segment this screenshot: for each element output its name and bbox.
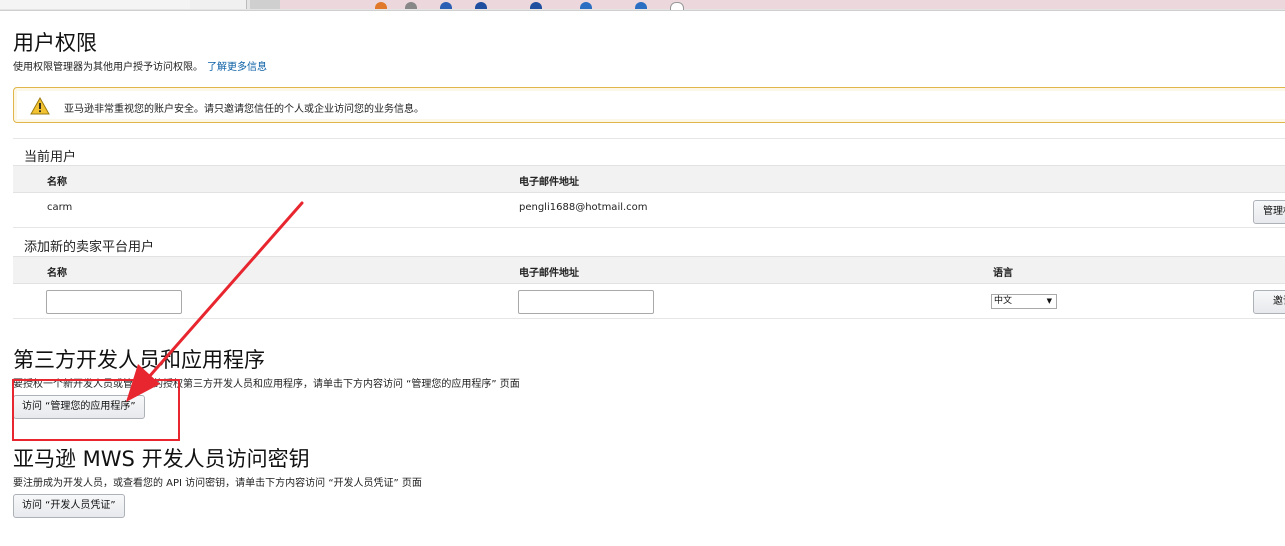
dropdown-arrow-icon: ▼ xyxy=(1046,297,1052,305)
developer-credentials-button[interactable]: 访问 “开发人员凭证” xyxy=(13,494,125,518)
invite-button[interactable]: 邀请 xyxy=(1253,290,1285,314)
subtitle-text: 使用权限管理器为其他用户授予访问权限。 xyxy=(13,62,203,73)
bookmark-icon[interactable] xyxy=(405,2,417,9)
current-users-title: 当前用户 xyxy=(24,150,77,165)
browser-tab[interactable] xyxy=(250,0,280,9)
column-header-language: 语言 xyxy=(993,268,1013,279)
bookmark-icon[interactable] xyxy=(475,2,487,9)
browser-top-strip xyxy=(0,0,1285,11)
column-header-email: 电子邮件地址 xyxy=(519,177,579,188)
mws-description: 要注册成为开发人员，或查看您的 API 访问密钥，请单击下方内容访问 “开发人员… xyxy=(13,478,422,489)
bookmark-icon[interactable] xyxy=(440,2,452,9)
security-alert: 亚马逊非常重视您的账户安全。请只邀请您信任的个人或企业访问您的业务信息。 xyxy=(13,87,1285,123)
column-header-name: 名称 xyxy=(47,268,67,279)
table-row: 中文 ▼ 邀请 xyxy=(13,284,1285,319)
table-header: 名称 电子邮件地址 xyxy=(13,165,1285,193)
user-email: pengli1688@hotmail.com xyxy=(519,202,648,213)
column-header-email: 电子邮件地址 xyxy=(519,268,579,279)
browser-tab[interactable] xyxy=(190,0,247,9)
browser-tab[interactable] xyxy=(0,0,192,9)
third-party-title: 第三方开发人员和应用程序 xyxy=(13,348,265,372)
page-title: 用户权限 xyxy=(13,31,97,55)
user-name: carm xyxy=(47,202,73,213)
bookmark-icon[interactable] xyxy=(670,2,684,10)
divider xyxy=(13,138,1285,139)
bookmark-icon[interactable] xyxy=(530,2,542,9)
table-row: carm pengli1688@hotmail.com 管理权限 xyxy=(13,193,1285,228)
new-user-email-input[interactable] xyxy=(518,290,654,314)
warning-icon xyxy=(30,97,50,115)
page-subtitle: 使用权限管理器为其他用户授予访问权限。 了解更多信息 xyxy=(13,58,267,73)
add-user-title: 添加新的卖家平台用户 xyxy=(24,240,155,255)
table-header: 名称 电子邮件地址 语言 xyxy=(13,256,1285,284)
language-select[interactable]: 中文 ▼ xyxy=(991,294,1057,309)
bookmark-icon[interactable] xyxy=(635,2,647,9)
alert-message: 亚马逊非常重视您的账户安全。请只邀请您信任的个人或企业访问您的业务信息。 xyxy=(64,104,424,115)
bookmark-bar xyxy=(280,0,1285,10)
new-user-name-input[interactable] xyxy=(46,290,182,314)
bookmark-icon[interactable] xyxy=(580,2,592,9)
annotation-highlight-box xyxy=(12,379,180,441)
language-selected: 中文 xyxy=(994,296,1013,306)
mws-title: 亚马逊 MWS 开发人员访问密钥 xyxy=(13,447,310,471)
manage-permissions-button[interactable]: 管理权限 xyxy=(1253,200,1285,224)
learn-more-link[interactable]: 了解更多信息 xyxy=(207,62,267,73)
column-header-name: 名称 xyxy=(47,177,67,188)
bookmark-icon[interactable] xyxy=(375,2,387,9)
